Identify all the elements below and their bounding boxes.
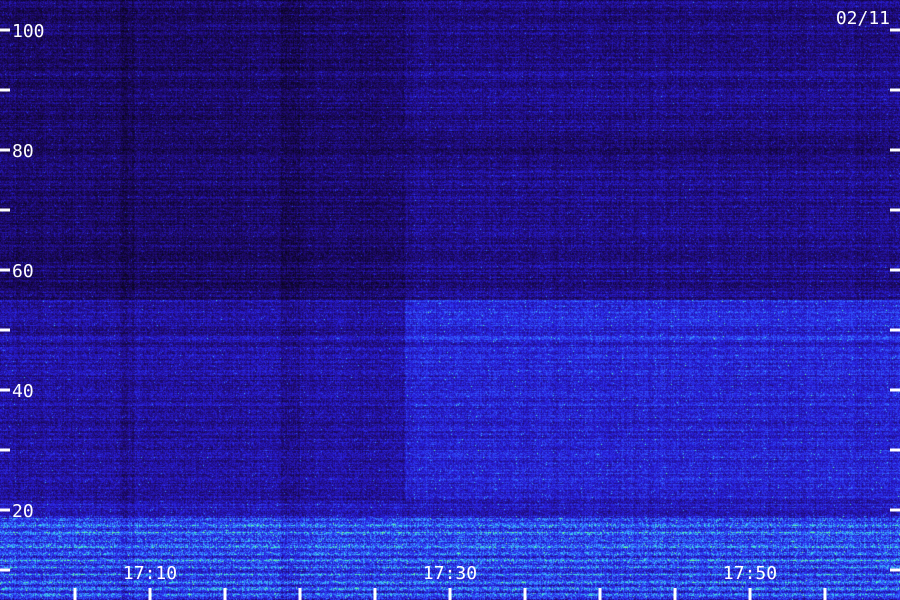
x-tick-label-1730: 17:30 [423, 563, 477, 584]
x-tick-label-1710: 17:10 [123, 563, 177, 584]
y-tick-label-100: 100 [12, 21, 45, 42]
y-tick-label-20: 20 [12, 501, 34, 522]
spectrogram-view: 100 80 60 40 20 17:10 17:30 17:50 02/11 [0, 0, 900, 600]
x-tick-label-1750: 17:50 [723, 563, 777, 584]
x-axis-ticks: 17:10 17:30 17:50 [73, 563, 827, 600]
date-label: 02/11 [836, 8, 890, 29]
y-tick-label-40: 40 [12, 381, 34, 402]
y-tick-label-60: 60 [12, 261, 34, 282]
y-axis-ticks: 100 80 60 40 20 [0, 21, 900, 572]
spectrogram-axes: 100 80 60 40 20 17:10 17:30 17:50 02/11 [0, 8, 900, 600]
y-tick-label-80: 80 [12, 141, 34, 162]
